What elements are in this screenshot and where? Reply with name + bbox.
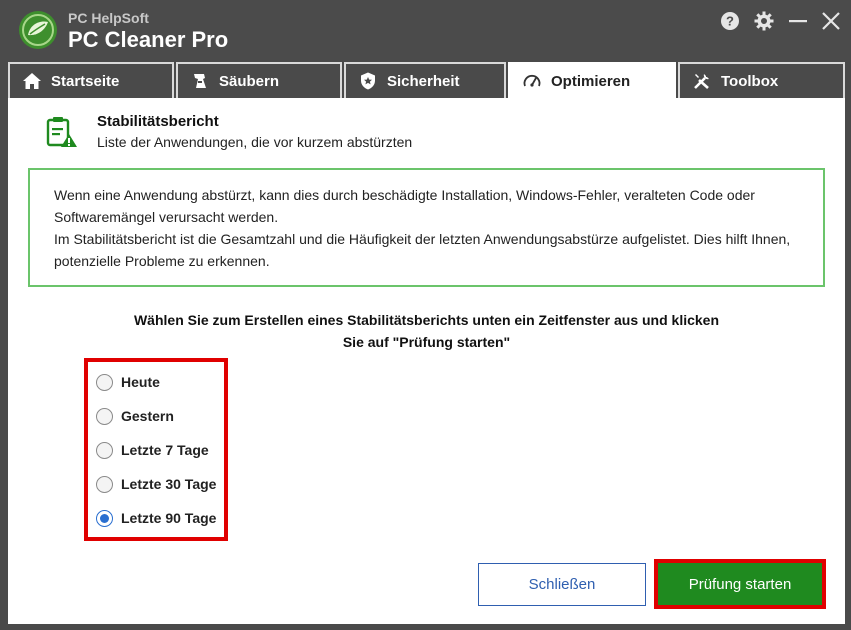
radio-circle bbox=[96, 441, 113, 459]
radio-label: Letzte 90 Tage bbox=[121, 510, 217, 526]
radio-label: Heute bbox=[121, 374, 160, 390]
info-text-line: potenzielle Probleme zu erkennen. bbox=[54, 253, 270, 269]
tab-bar: Startseite Säubern Sicherheit Optimieren… bbox=[8, 62, 845, 98]
broom-icon bbox=[190, 71, 210, 91]
report-warning-icon bbox=[46, 117, 77, 147]
tools-icon bbox=[692, 71, 712, 91]
radio-gestern[interactable]: Gestern bbox=[96, 404, 174, 428]
info-text-line: Softwaremängel verursacht werden. bbox=[54, 209, 279, 225]
radio-label: Letzte 30 Tage bbox=[121, 476, 217, 492]
radio-label: Letzte 7 Tage bbox=[121, 442, 209, 458]
page-subtitle: Liste der Anwendungen, die vor kurzem ab… bbox=[97, 134, 413, 150]
info-text-line: Im Stabilitätsbericht ist die Gesamtzahl… bbox=[54, 231, 791, 247]
tab-sicherheit[interactable]: Sicherheit bbox=[344, 62, 506, 98]
app-logo-icon bbox=[19, 11, 57, 49]
radio-letzte-90-tage[interactable]: Letzte 90 Tage bbox=[96, 506, 216, 530]
tab-optimieren[interactable]: Optimieren bbox=[508, 62, 676, 98]
close-button[interactable]: Schließen bbox=[478, 563, 646, 606]
close-icon[interactable] bbox=[820, 10, 842, 32]
main-panel: Stabilitätsbericht Liste der Anwendungen… bbox=[8, 98, 845, 624]
minimize-icon[interactable] bbox=[787, 10, 809, 32]
speedometer-icon bbox=[522, 71, 542, 91]
info-box: Wenn eine Anwendung abstürzt, kann dies … bbox=[28, 168, 825, 287]
radio-letzte-30-tage[interactable]: Letzte 30 Tage bbox=[96, 472, 216, 496]
radio-letzte-7-tage[interactable]: Letzte 7 Tage bbox=[96, 438, 209, 462]
tab-toolbox[interactable]: Toolbox bbox=[678, 62, 845, 98]
radio-circle bbox=[96, 475, 113, 493]
radio-circle-selected bbox=[96, 509, 113, 527]
info-text-line: Wenn eine Anwendung abstürzt, kann dies … bbox=[54, 187, 755, 203]
radio-circle bbox=[96, 373, 113, 391]
tab-label: Säubern bbox=[219, 72, 280, 90]
tab-startseite[interactable]: Startseite bbox=[8, 62, 174, 98]
svg-text:?: ? bbox=[726, 14, 734, 29]
start-scan-button[interactable]: Prüfung starten bbox=[658, 563, 822, 605]
brand-company: PC HelpSoft bbox=[68, 10, 149, 26]
radio-label: Gestern bbox=[121, 408, 174, 424]
tab-label: Toolbox bbox=[721, 72, 779, 90]
radio-circle bbox=[96, 407, 113, 425]
gear-icon[interactable] bbox=[753, 10, 775, 32]
tab-saeubern[interactable]: Säubern bbox=[176, 62, 342, 98]
instruction-line: Wählen Sie zum Erstellen eines Stabilitä… bbox=[133, 312, 720, 328]
shield-icon bbox=[358, 71, 378, 91]
page-title: Stabilitätsbericht bbox=[97, 113, 219, 130]
radio-heute[interactable]: Heute bbox=[96, 370, 160, 394]
start-button-highlight: Prüfung starten bbox=[654, 559, 826, 609]
tab-label: Startseite bbox=[51, 72, 120, 90]
help-icon[interactable]: ? bbox=[719, 10, 741, 32]
tab-label: Sicherheit bbox=[387, 72, 460, 90]
tab-label: Optimieren bbox=[551, 72, 631, 90]
app-title: PC Cleaner Pro bbox=[68, 27, 229, 52]
home-icon bbox=[22, 71, 42, 91]
timeframe-radio-group: Heute Gestern Letzte 7 Tage Letzte 30 Ta… bbox=[84, 358, 228, 541]
title-bar: PC HelpSoft PC Cleaner Pro ? bbox=[0, 0, 851, 60]
instruction-line: Sie auf "Prüfung starten" bbox=[342, 334, 511, 350]
instruction-text: Wählen Sie zum Erstellen eines Stabilitä… bbox=[8, 309, 845, 353]
